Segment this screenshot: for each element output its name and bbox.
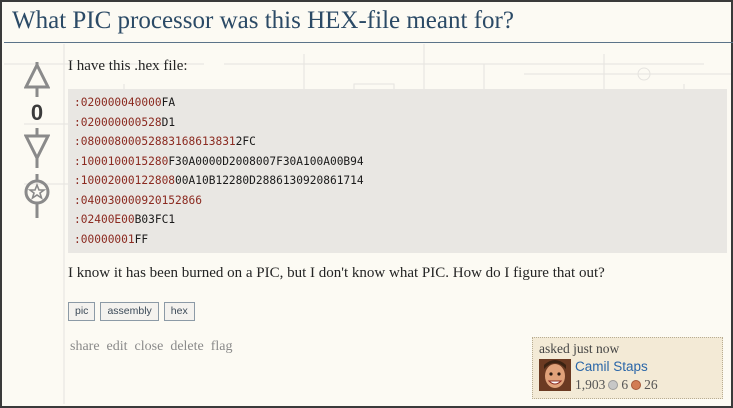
owner-stats: 1,903 6 26 bbox=[575, 377, 658, 393]
hex-line: :1000200012280800A10B12280D2886130920861… bbox=[74, 171, 727, 191]
asked-time: asked just now bbox=[539, 341, 620, 356]
hex-line-colon: : bbox=[74, 115, 81, 129]
hex-line-rest: FF bbox=[134, 232, 149, 246]
vote-count: 0 bbox=[30, 100, 44, 125]
delete-link[interactable]: delete bbox=[170, 339, 203, 355]
tag-assembly[interactable]: assembly bbox=[100, 302, 159, 321]
hex-line-colon: : bbox=[74, 135, 81, 148]
hex-line-colon: : bbox=[74, 154, 81, 168]
hex-line-rest: B03FC1 bbox=[134, 213, 176, 226]
hex-line-colon: : bbox=[74, 193, 81, 207]
tag-pic[interactable]: pic bbox=[68, 302, 96, 321]
upvote-arrow-icon[interactable] bbox=[24, 62, 50, 98]
vote-column: 0 bbox=[20, 62, 54, 222]
owner-card: asked just now Camil Staps 1,903 6 26 bbox=[532, 337, 723, 399]
hex-code-block: :020000040000FA:020000000528D1:080008000… bbox=[68, 89, 727, 253]
tag-list: pic assembly hex bbox=[68, 302, 195, 321]
hex-line-colon: : bbox=[74, 232, 81, 246]
downvote-arrow-icon[interactable] bbox=[24, 128, 50, 168]
favorite-star-icon[interactable] bbox=[23, 174, 51, 218]
hex-line-colon: : bbox=[74, 174, 81, 187]
hex-line: :040030000920152866 bbox=[74, 191, 727, 211]
hex-line-colon: : bbox=[74, 96, 81, 109]
question-title[interactable]: What PIC processor was this HEX-file mea… bbox=[12, 7, 514, 35]
flag-link[interactable]: flag bbox=[211, 339, 233, 355]
hex-line-highlight: 040030000920152866 bbox=[80, 193, 202, 207]
share-link[interactable]: share bbox=[70, 339, 100, 355]
question-intro-text: I have this .hex file: bbox=[68, 58, 188, 74]
hex-line-highlight: 00000001 bbox=[80, 232, 135, 246]
silver-badge-count: 6 bbox=[621, 377, 629, 392]
hex-line-colon: : bbox=[74, 213, 81, 226]
hex-line-rest: 2FC bbox=[235, 135, 256, 148]
page-frame: What PIC processor was this HEX-file mea… bbox=[0, 0, 733, 408]
hex-line-highlight: 020000040000 bbox=[80, 96, 162, 109]
avatar[interactable] bbox=[539, 359, 571, 391]
reputation-score: 1,903 bbox=[575, 377, 606, 392]
hex-line: :020000040000FA bbox=[74, 93, 727, 113]
question-body-text: I know it has been burned on a PIC, but … bbox=[68, 265, 605, 281]
hex-line-rest: F30A0000D2008007F30A100A00B94 bbox=[168, 154, 364, 168]
post-actions: share edit close delete flag bbox=[70, 339, 233, 355]
title-divider bbox=[4, 42, 733, 43]
hex-line-highlight: 08000800052883168613831 bbox=[80, 135, 236, 148]
hex-line: :080008000528831686138312FC bbox=[74, 132, 727, 152]
hex-line: :00000001FF bbox=[74, 230, 727, 250]
hex-line-highlight: 02400E00 bbox=[80, 213, 135, 226]
hex-line-rest: FA bbox=[161, 96, 176, 109]
hex-line: :02400E00B03FC1 bbox=[74, 210, 727, 230]
silver-badge-icon bbox=[608, 380, 619, 390]
hex-line-rest: 00A10B12280D2886130920861714 bbox=[175, 174, 364, 187]
close-link[interactable]: close bbox=[135, 339, 164, 355]
bronze-badge-icon bbox=[631, 380, 642, 390]
hex-line-rest: D1 bbox=[161, 115, 176, 129]
edit-link[interactable]: edit bbox=[107, 339, 128, 355]
hex-line: :1000100015280F30A0000D2008007F30A100A00… bbox=[74, 152, 727, 172]
hex-line: :020000000528D1 bbox=[74, 113, 727, 133]
bronze-badge-count: 26 bbox=[644, 377, 658, 392]
owner-name-link[interactable]: Camil Staps bbox=[575, 359, 648, 374]
hex-line-highlight: 10002000122808 bbox=[80, 174, 176, 187]
tag-hex[interactable]: hex bbox=[163, 302, 195, 321]
hex-line-highlight: 020000000528 bbox=[80, 115, 162, 129]
hex-line-highlight: 1000100015280 bbox=[80, 154, 169, 168]
